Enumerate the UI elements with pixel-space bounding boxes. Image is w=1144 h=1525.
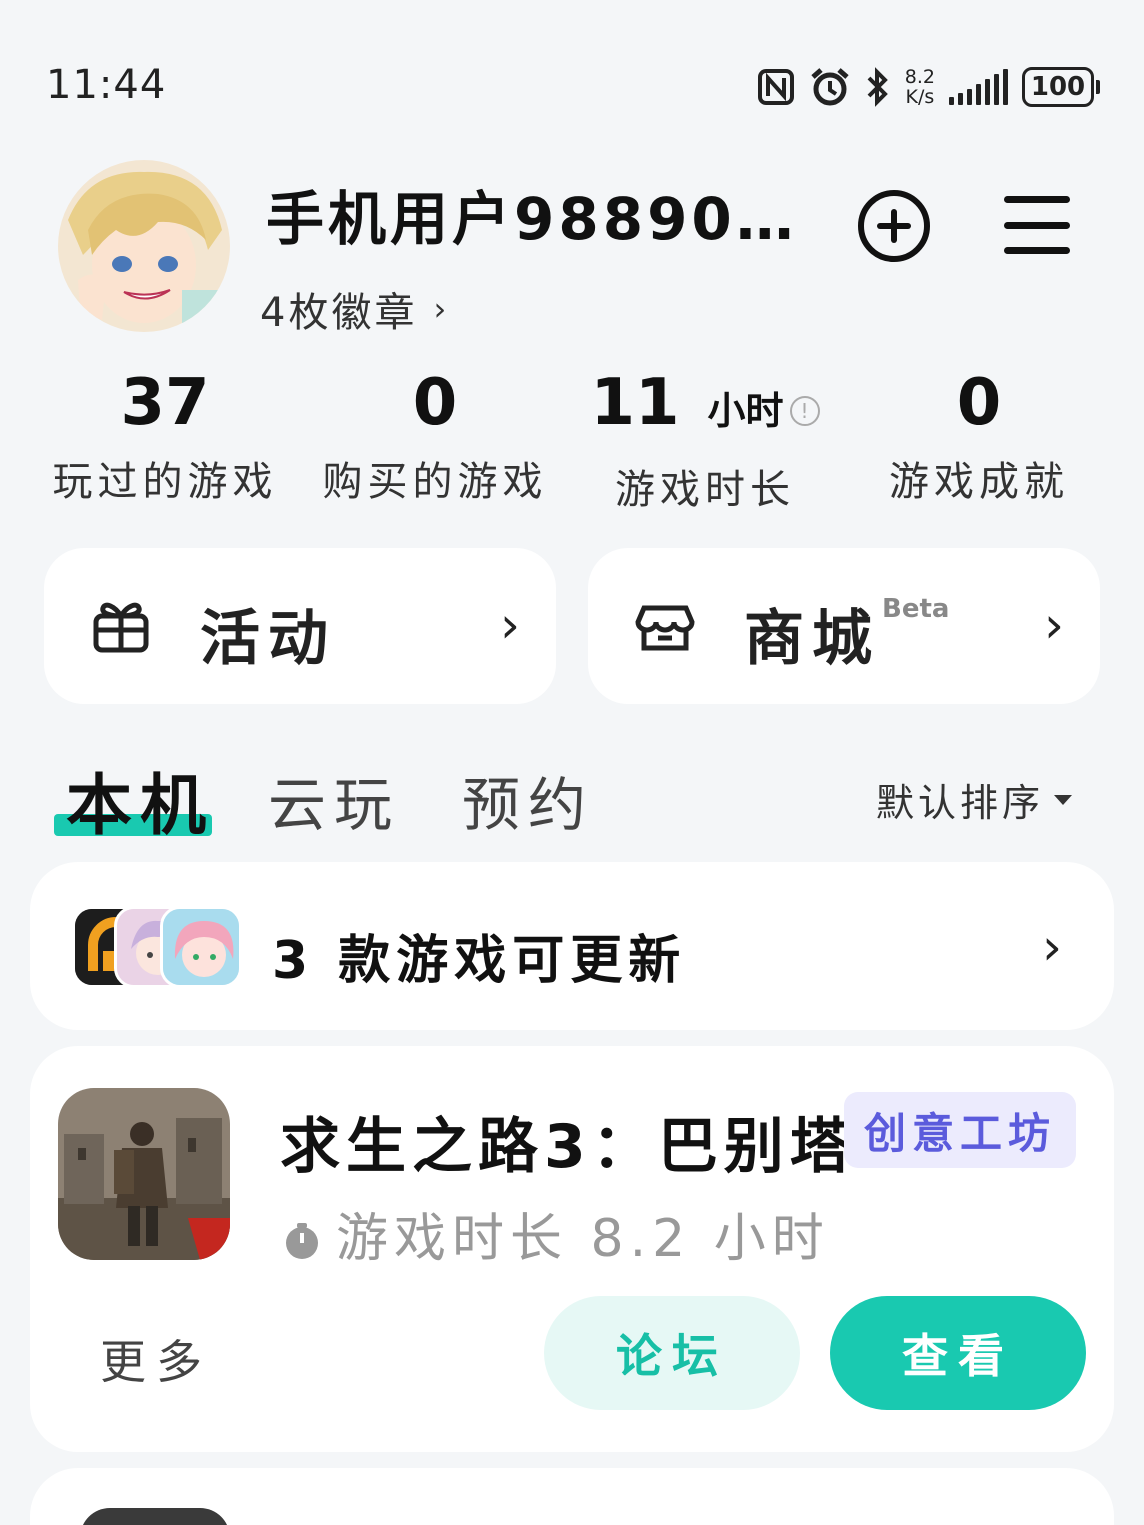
game-card: 求生之路3：巴别塔 创意工坊 游戏时长 8.2 小时 更多 论坛 查看 [30,1046,1114,1452]
battery-icon: 100 [1022,67,1100,107]
username[interactable]: 手机用户98890… [266,172,798,256]
stat-value: 11 [590,366,680,440]
stat-label: 玩过的游戏 [52,459,278,505]
sort-dropdown[interactable]: 默认排序 [876,772,1073,827]
stat-value: 37 [120,366,210,440]
stat-label: 游戏时长 [615,467,795,513]
stat-playtime[interactable]: 11 小时! 游戏时长 [570,365,840,515]
view-button[interactable]: 查看 [830,1296,1086,1410]
update-banner[interactable]: 3 款游戏可更新 › [30,862,1114,1030]
stats-row: 37 玩过的游戏 0 购买的游戏 11 小时! 游戏时长 0 游戏成就 [30,365,1114,513]
activity-card[interactable]: 活动 › [44,548,556,704]
update-text: 3 款游戏可更新 [272,931,687,991]
workshop-tag[interactable]: 创意工坊 [844,1092,1077,1168]
game-card [30,1468,1114,1525]
net-speed: 8.2 K/s [904,66,935,108]
alarm-icon [809,67,851,107]
chevron-right-icon: › [433,290,450,328]
timer-icon [282,1214,322,1259]
stat-value: 0 [412,366,458,440]
shop-icon [634,594,696,656]
nfc-icon [757,68,795,106]
status-time: 11:44 [46,62,167,108]
chevron-right-icon: › [1042,918,1062,976]
caret-down-icon [1054,794,1073,805]
stat-purchased[interactable]: 0 购买的游戏 [300,365,570,507]
stat-value: 0 [956,366,1002,440]
badges-link[interactable]: 4枚徽章 › [260,280,449,338]
stat-achievements[interactable]: 0 游戏成就 [844,365,1114,507]
info-icon[interactable]: ! [789,396,820,426]
status-bar: 11:44 8.2 K/s 100 [0,0,1144,150]
signal-icon [949,69,1008,105]
avatar[interactable] [58,160,230,332]
beta-badge: Beta [882,594,950,624]
stat-label: 购买的游戏 [322,459,548,505]
tab-local[interactable]: 本机 [66,752,214,848]
shop-label: 商城 [744,604,880,674]
chevron-right-icon: › [1044,596,1064,654]
stat-played[interactable]: 37 玩过的游戏 [30,365,300,507]
game-icon [160,906,242,988]
status-icons: 8.2 K/s 100 [757,62,1100,112]
shop-card[interactable]: 商城 Beta › [588,548,1100,704]
bluetooth-icon [865,67,891,107]
tab-reserve[interactable]: 预约 [462,758,594,842]
more-button[interactable]: 更多 [100,1326,212,1392]
forum-button[interactable]: 论坛 [544,1296,800,1410]
badges-text: 4枚徽章 [260,290,418,336]
game-playtime: 游戏时长 8.2 小时 [282,1196,830,1271]
chevron-right-icon: › [500,596,520,654]
menu-icon[interactable] [1004,196,1070,254]
gift-icon [90,594,152,656]
game-icon[interactable] [80,1508,230,1525]
activity-label: 活动 [200,604,336,674]
stat-unit: 小时 [707,389,784,433]
tab-cloud[interactable]: 云玩 [268,758,400,842]
stat-label: 游戏成就 [889,459,1069,505]
game-icon[interactable] [58,1088,230,1260]
game-title[interactable]: 求生之路3：巴别塔 [280,1098,856,1185]
add-circle-icon[interactable] [858,190,930,262]
sort-label: 默认排序 [876,781,1045,825]
update-game-icons [72,906,242,988]
playtime-text: 游戏时长 8.2 小时 [336,1209,830,1269]
